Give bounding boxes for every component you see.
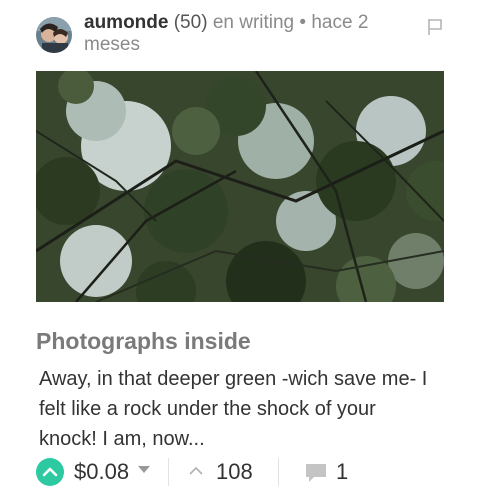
post-header: aumonde (50) en writing • hace 2 meses xyxy=(36,12,444,64)
post-excerpt[interactable]: Away, in that deeper green -wich save me… xyxy=(39,364,439,454)
vote-count[interactable]: 108 xyxy=(216,459,253,485)
meta-separator: • xyxy=(299,12,307,33)
chevron-up-icon xyxy=(189,466,203,475)
payout-value[interactable]: $0.08 xyxy=(74,459,129,485)
speech-bubble-icon[interactable] xyxy=(304,462,328,484)
post-thumbnail[interactable] xyxy=(36,71,444,302)
category-link[interactable]: en writing xyxy=(213,12,294,33)
tree-canopy-image xyxy=(36,71,444,302)
upvote-chevron-icon xyxy=(42,467,58,477)
author-link[interactable]: aumonde xyxy=(84,12,168,33)
post-title[interactable]: Photographs inside xyxy=(36,328,444,355)
flag-icon[interactable] xyxy=(426,18,444,36)
author-reputation: (50) xyxy=(173,12,208,33)
post-footer: $0.08 108 1 xyxy=(36,454,444,490)
footer-divider xyxy=(278,458,279,486)
footer-divider xyxy=(168,458,169,486)
avatar[interactable] xyxy=(36,17,72,53)
comment-count[interactable]: 1 xyxy=(336,459,348,485)
caret-down-icon[interactable] xyxy=(138,466,150,473)
post-meta: aumonde (50) en writing • hace 2 meses xyxy=(84,12,414,56)
feed-item: aumonde (50) en writing • hace 2 meses P… xyxy=(0,0,480,499)
avatar-image xyxy=(36,17,72,53)
upvote-button[interactable] xyxy=(36,458,64,486)
